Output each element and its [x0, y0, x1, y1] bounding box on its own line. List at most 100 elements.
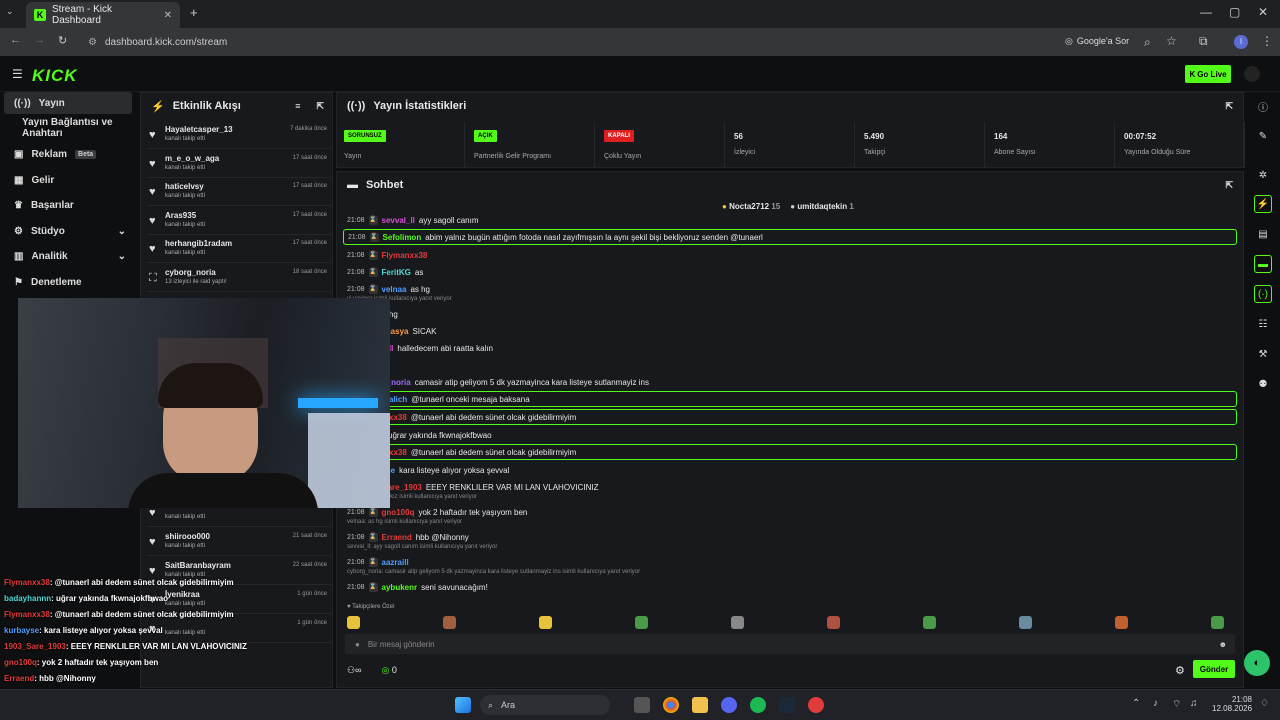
chat-message[interactable]: 21:08 ⌛ velnaa as hg — [347, 281, 430, 297]
volume-icon[interactable]: ♫ — [1190, 698, 1198, 709]
chat-message[interactable]: 21:08 ⌛ Erraend hbb @Nihonny — [347, 529, 469, 545]
chat-username[interactable]: Flymanxx38 — [382, 251, 428, 260]
activity-feed-item[interactable]: ♥ Hayaletcasper_13 kanalı takip etti 7 daki… — [147, 121, 331, 149]
channel-points[interactable]: ◎ 0 — [381, 665, 396, 676]
notes-icon[interactable]: ▤ — [1254, 225, 1272, 243]
popout-icon[interactable]: ⇱ — [1225, 180, 1233, 191]
tab-close-icon[interactable]: ✕ — [164, 10, 172, 21]
sidebar-item-stream-key[interactable]: Yayın Bağlantısı ve Anahtarı — [4, 117, 132, 139]
google-ask-button[interactable]: ◎ Google'a Sor — [1065, 36, 1129, 47]
sidebar-item-ads[interactable]: ▣ Reklam Beta — [4, 143, 132, 165]
chat-message[interactable]: 21:08 ⌛ sevval_ll ayy sagoll canım — [347, 212, 479, 228]
gifter-1[interactable]: ● Nocta2712 15 — [722, 202, 780, 211]
chat-username[interactable]: sevval_ll — [382, 216, 415, 225]
steam-icon[interactable] — [779, 697, 795, 713]
emoji-icon[interactable]: ☻ — [1219, 640, 1227, 649]
activity-feed-toggle-icon[interactable]: ⚡ — [1254, 195, 1272, 213]
chat-username[interactable]: FeritKG — [382, 268, 411, 277]
chat-username[interactable]: Erraend — [382, 533, 412, 542]
browser-tab[interactable]: K Stream - Kick Dashboard ✕ — [26, 2, 180, 28]
chat-username[interactable]: Sefolimon — [383, 233, 422, 242]
spotify-icon[interactable] — [750, 697, 766, 713]
forward-icon[interactable]: → — [34, 34, 45, 46]
sidebar-item-revenue[interactable]: ▦ Gelir — [4, 169, 132, 191]
chrome-icon[interactable] — [663, 697, 679, 713]
bookmark-star-icon[interactable]: ☆ — [1166, 34, 1177, 48]
chat-username[interactable]: aazraill — [382, 558, 409, 567]
go-live-button[interactable]: K Go Live — [1185, 65, 1231, 83]
browser-menu-icon[interactable]: ⋮ — [1261, 34, 1273, 48]
sidebar-item-moderation[interactable]: ⚑ Denetleme — [4, 271, 132, 293]
stream-stats-toggle-icon[interactable]: (·) — [1254, 285, 1272, 303]
info-icon[interactable]: ⓘ — [1254, 97, 1272, 115]
windows-start-icon[interactable] — [455, 697, 471, 713]
close-window-icon[interactable]: ✕ — [1258, 5, 1268, 19]
kick-logo[interactable]: KICK — [32, 66, 78, 86]
chat-message[interactable]: ⌛Flymanxx38@tunaerl abi dedem sünet olca… — [343, 409, 1237, 425]
file-explorer-icon[interactable] — [692, 697, 708, 713]
send-button[interactable]: Gönder — [1193, 660, 1235, 678]
share-icon[interactable]: ⚇∞ — [347, 665, 361, 676]
feed-user-name[interactable]: cyborg_noria — [165, 268, 216, 277]
filter-icon[interactable]: ≡ — [295, 101, 300, 111]
wifi-icon[interactable]: ⌔ — [1172, 698, 1181, 711]
profile-avatar[interactable]: I — [1234, 35, 1248, 49]
chat-message[interactable]: 21:08 ⌛ aybukenr seni savunacağım! — [347, 579, 488, 595]
microphone-icon[interactable]: ♪ — [1153, 698, 1158, 709]
activity-feed-item[interactable]: ♥ shiirooo000 kanalı takip etti 21 saat önc… — [147, 528, 331, 556]
chat-input[interactable]: ● Bir mesaj gönderin ☻ — [345, 634, 1235, 654]
chat-message[interactable]: ⌛cyborg_noriacamasir atip geliyom 5 dk y… — [347, 374, 649, 390]
taskbar-search[interactable]: ⌕ Ara — [480, 695, 610, 715]
feed-user-name[interactable]: SaitBaranbayram — [165, 561, 231, 570]
chat-username[interactable]: aybukenr — [382, 583, 418, 592]
feed-user-name[interactable]: Aras935 — [165, 211, 196, 220]
emote-icon[interactable] — [923, 616, 936, 629]
feed-user-name[interactable]: m_e_o_w_aga — [165, 154, 219, 163]
help-chat-icon[interactable]: ◐ — [1244, 650, 1270, 676]
minimize-icon[interactable]: — — [1200, 5, 1212, 19]
activity-feed-item[interactable]: ♥ haticelvsy kanalı takip etti 17 saat önce — [147, 178, 331, 206]
emote-icon[interactable] — [347, 616, 360, 629]
zoom-icon[interactable]: ⌕ — [1144, 35, 1151, 50]
emote-icon[interactable] — [443, 616, 456, 629]
activity-feed-item[interactable]: ♥ herhangib1radam kanalı takip etti 17 saat… — [147, 235, 331, 263]
hamburger-menu-icon[interactable]: ☰ — [12, 67, 23, 81]
emote-icon[interactable] — [1115, 616, 1128, 629]
obs-icon[interactable] — [808, 697, 824, 713]
gifter-2[interactable]: ● umitdaqtekin 1 — [790, 202, 854, 211]
discord-icon[interactable] — [721, 697, 737, 713]
emote-icon[interactable] — [1019, 616, 1032, 629]
chat-message[interactable]: 21:08 ⌛ Sefolimon abim yalnız bugün attığım… — [343, 229, 1237, 245]
back-icon[interactable]: ← — [10, 34, 21, 46]
emote-icon[interactable] — [1211, 616, 1224, 629]
emote-icon[interactable] — [539, 616, 552, 629]
chat-message[interactable]: 21:08 ⌛ aazraill — [347, 554, 413, 570]
sidebar-item-stream[interactable]: ((·)) Yayın — [4, 92, 132, 114]
sidebar-item-achievements[interactable]: ♛ Başarılar — [4, 194, 132, 216]
chat-toggle-icon[interactable]: ▬ — [1254, 255, 1272, 273]
activity-feed-item[interactable]: ♥ kanalı takip etti 1 gün önce — [147, 615, 331, 643]
activity-feed-item[interactable]: ♥ m_e_o_w_aga kanalı takip etti 17 saat önc… — [147, 150, 331, 178]
feed-user-name[interactable]: haticelvsy — [165, 182, 204, 191]
popout-icon[interactable]: ⇱ — [316, 101, 324, 112]
queue-icon[interactable]: ☷ — [1254, 315, 1272, 333]
maximize-icon[interactable]: ▢ — [1229, 5, 1240, 19]
chat-message[interactable]: 21:08 ⌛ FeritKG as — [347, 264, 423, 280]
tab-search-icon[interactable]: ⌄ — [6, 6, 20, 20]
tools-icon[interactable]: ⚒ — [1254, 345, 1272, 363]
moderators-icon[interactable]: ⚉ — [1254, 375, 1272, 393]
site-info-icon[interactable]: ⚙ — [88, 37, 97, 48]
emote-icon[interactable] — [635, 616, 648, 629]
chat-username[interactable]: velnaa — [382, 285, 407, 294]
new-tab-icon[interactable]: + — [190, 5, 198, 20]
url-field[interactable]: ⚙ dashboard.kick.com/stream — [80, 32, 1055, 52]
feed-user-name[interactable]: shiirooo000 — [165, 532, 210, 541]
emote-icon[interactable] — [731, 616, 744, 629]
reload-icon[interactable]: ↻ — [58, 34, 67, 47]
chevron-up-icon[interactable]: ⌃ — [1132, 698, 1140, 709]
raid-icon[interactable]: ✲ — [1254, 166, 1272, 184]
sidebar-item-analytics[interactable]: ▥ Analitik ⌄ — [4, 245, 132, 267]
notification-icon[interactable]: ♢ — [1260, 698, 1269, 709]
sidebar-item-studio[interactable]: ⚙ Stüdyo ⌄ — [4, 220, 132, 242]
taskbar-clock[interactable]: 21:08 12.08.2026 — [1212, 695, 1252, 713]
